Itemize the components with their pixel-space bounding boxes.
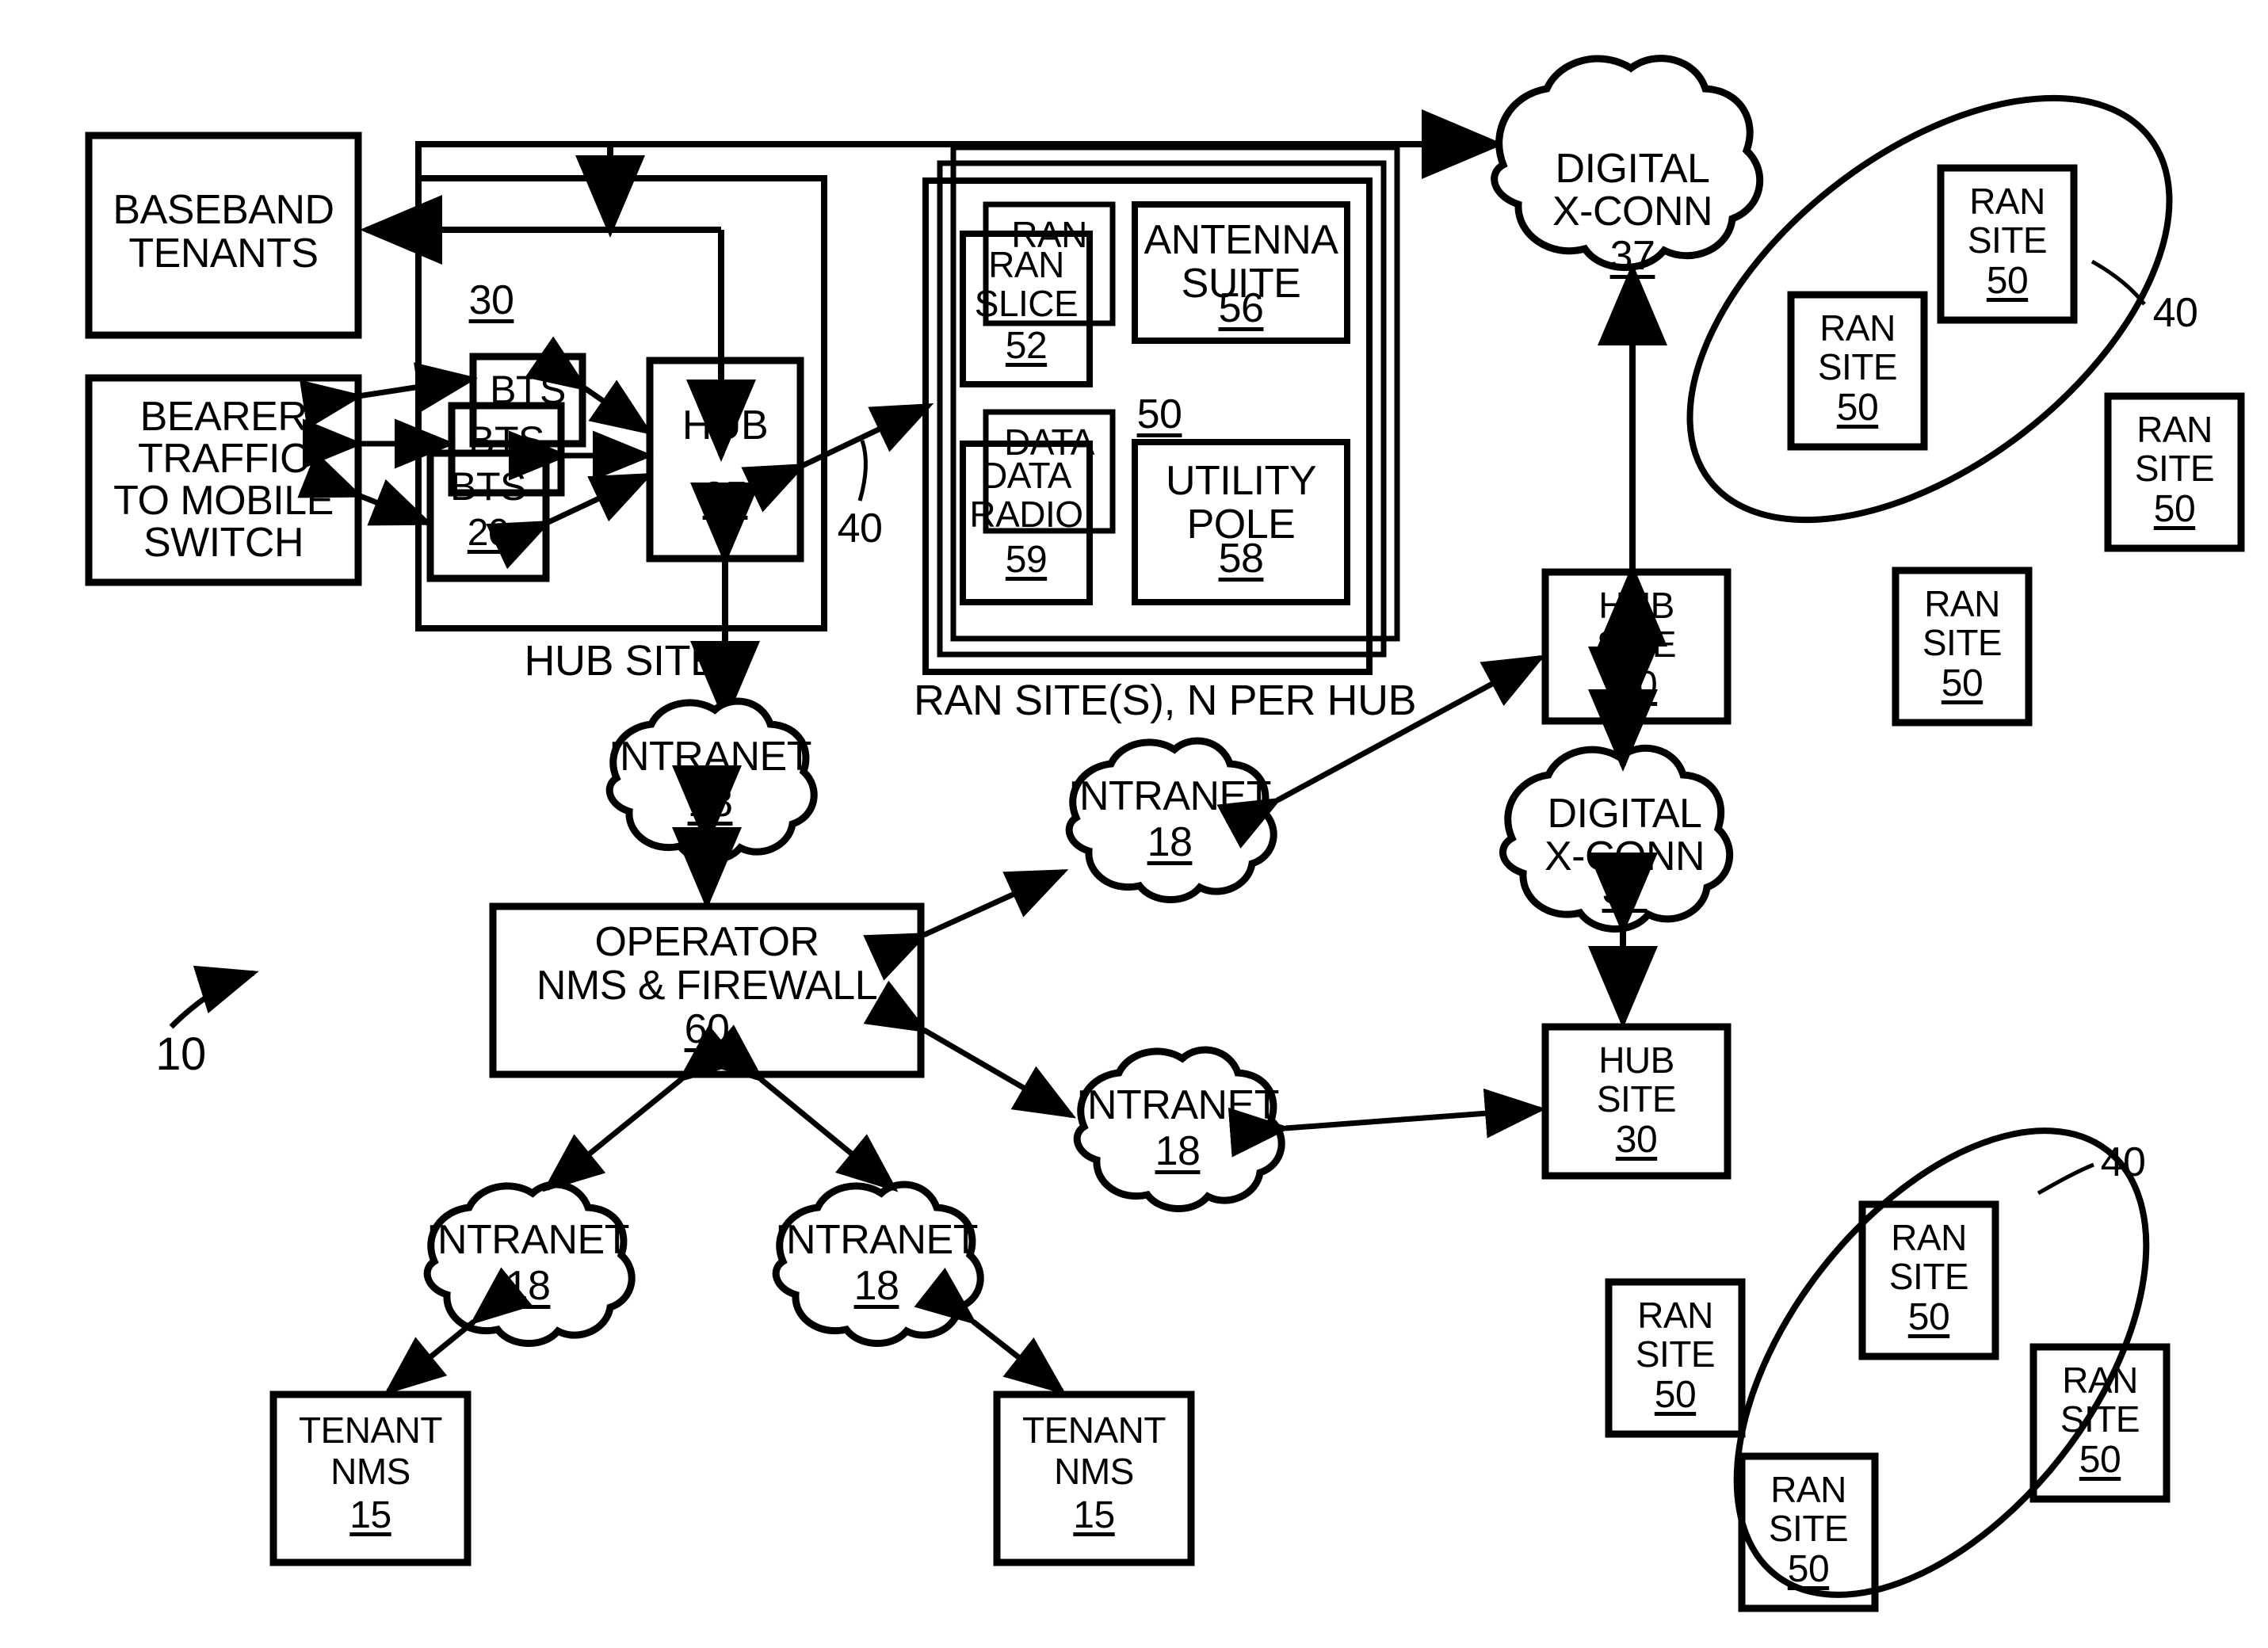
- data-radio-ref: 59: [1005, 539, 1048, 581]
- intranet-label-b: INTRANET: [1068, 773, 1272, 819]
- ran-site-label: RAN SITE: [1817, 307, 1898, 387]
- digital-xconn-ref-top: 37: [1609, 233, 1655, 279]
- intranet-ref-e: 18: [853, 1263, 899, 1309]
- tenant-nms-label-right: TENANT NMS: [1022, 1410, 1166, 1492]
- operator-nms-label: OPERATOR NMS & FIREWALL: [536, 919, 878, 1009]
- utility-pole-ref: 58: [1218, 536, 1264, 582]
- utility-pole-label: UTILITY POLE: [1165, 458, 1317, 548]
- intranet-ref-a: 18: [687, 780, 733, 826]
- operator-nms-ref: 60: [684, 1006, 730, 1052]
- ran-site-label: RAN SITE: [1922, 583, 2003, 663]
- ran-site-ref: 50: [2079, 1439, 2121, 1481]
- ran-site-ref: 50: [2153, 488, 2196, 530]
- ran-site-ref: 50: [1654, 1374, 1697, 1416]
- ran-slice-label: RAN SLICE: [974, 244, 1079, 324]
- ran-site-ref: 50: [1907, 1296, 1950, 1338]
- bts-label-2: BTS: [468, 418, 544, 463]
- ran-slice-ref: 52: [1005, 325, 1048, 367]
- intranet-ref-c: 18: [1155, 1128, 1201, 1174]
- ran-site-label: RAN SITE: [1967, 181, 2048, 261]
- digital-xconn-label-mid: DIGITAL X-CONN: [1544, 791, 1705, 880]
- ran-site-ref: 50: [1941, 662, 1984, 704]
- tenant-nms-ref-right: 15: [1073, 1494, 1115, 1536]
- top-ellipse-ref: 40: [2152, 290, 2198, 336]
- hub-ref: 35: [702, 474, 748, 520]
- hub-site-caption: HUB SITE: [524, 637, 719, 685]
- intranet-ref-d: 18: [505, 1263, 551, 1309]
- ran-sites-caption: RAN SITE(S), N PER HUB: [913, 677, 1417, 724]
- ran-site-label: RAN SITE: [2060, 1360, 2140, 1440]
- ran-site-detail-ref: 50: [1136, 391, 1182, 437]
- ran-site-label: RAN SITE: [1888, 1217, 1969, 1297]
- bts-ref: 20: [467, 512, 510, 554]
- baseband-tenants-label: BASEBAND TENANTS: [113, 187, 334, 277]
- ran-site-ref: 50: [1836, 387, 1879, 429]
- tenant-nms-ref-left: 15: [349, 1494, 391, 1536]
- data-radio-label: DATA RADIO: [969, 455, 1083, 535]
- digital-xconn-ref-mid: 37: [1602, 867, 1648, 913]
- ran-site-label: RAN SITE: [2134, 409, 2215, 489]
- figure-ref-10: 10: [155, 1028, 206, 1080]
- hub-site-label-lower: HUB SITE: [1596, 1040, 1677, 1120]
- bts-label-1: BTS: [490, 368, 566, 412]
- ran-site-ref: 50: [1986, 260, 2029, 302]
- figure-canvas: BASEBAND TENANTS BEARER TRAFFIC TO MOBIL…: [0, 0, 2268, 1648]
- ran-site-ref: 50: [1787, 1548, 1830, 1590]
- hub-site-ref-lower: 30: [1615, 1119, 1658, 1161]
- hub-site-label-upper: HUB SITE: [1596, 585, 1677, 665]
- hub-label: HUB: [682, 402, 769, 448]
- intranet-ref-b: 18: [1147, 819, 1193, 865]
- bearer-traffic-label: BEARER TRAFFIC TO MOBILE SWITCH: [113, 394, 334, 566]
- hub-site-container-ref: 30: [468, 277, 514, 323]
- hub-ran-link-ref: 40: [837, 505, 883, 551]
- ran-site-label: RAN SITE: [1768, 1469, 1849, 1549]
- intranet-label-a: INTRANET: [609, 734, 812, 780]
- digital-xconn-label-top: DIGITAL X-CONN: [1552, 146, 1713, 235]
- bts-label-3: BTS: [450, 464, 526, 509]
- intranet-label-c: INTRANET: [1076, 1082, 1280, 1128]
- intranet-label-d: INTRANET: [426, 1217, 630, 1263]
- antenna-suite-ref: 56: [1218, 285, 1264, 331]
- tenant-nms-label-left: TENANT NMS: [299, 1410, 443, 1492]
- bottom-ellipse-ref: 40: [2100, 1139, 2146, 1185]
- ran-site-label: RAN SITE: [1635, 1295, 1716, 1375]
- intranet-label-e: INTRANET: [775, 1217, 979, 1263]
- hub-site-ref-upper: 30: [1615, 664, 1658, 706]
